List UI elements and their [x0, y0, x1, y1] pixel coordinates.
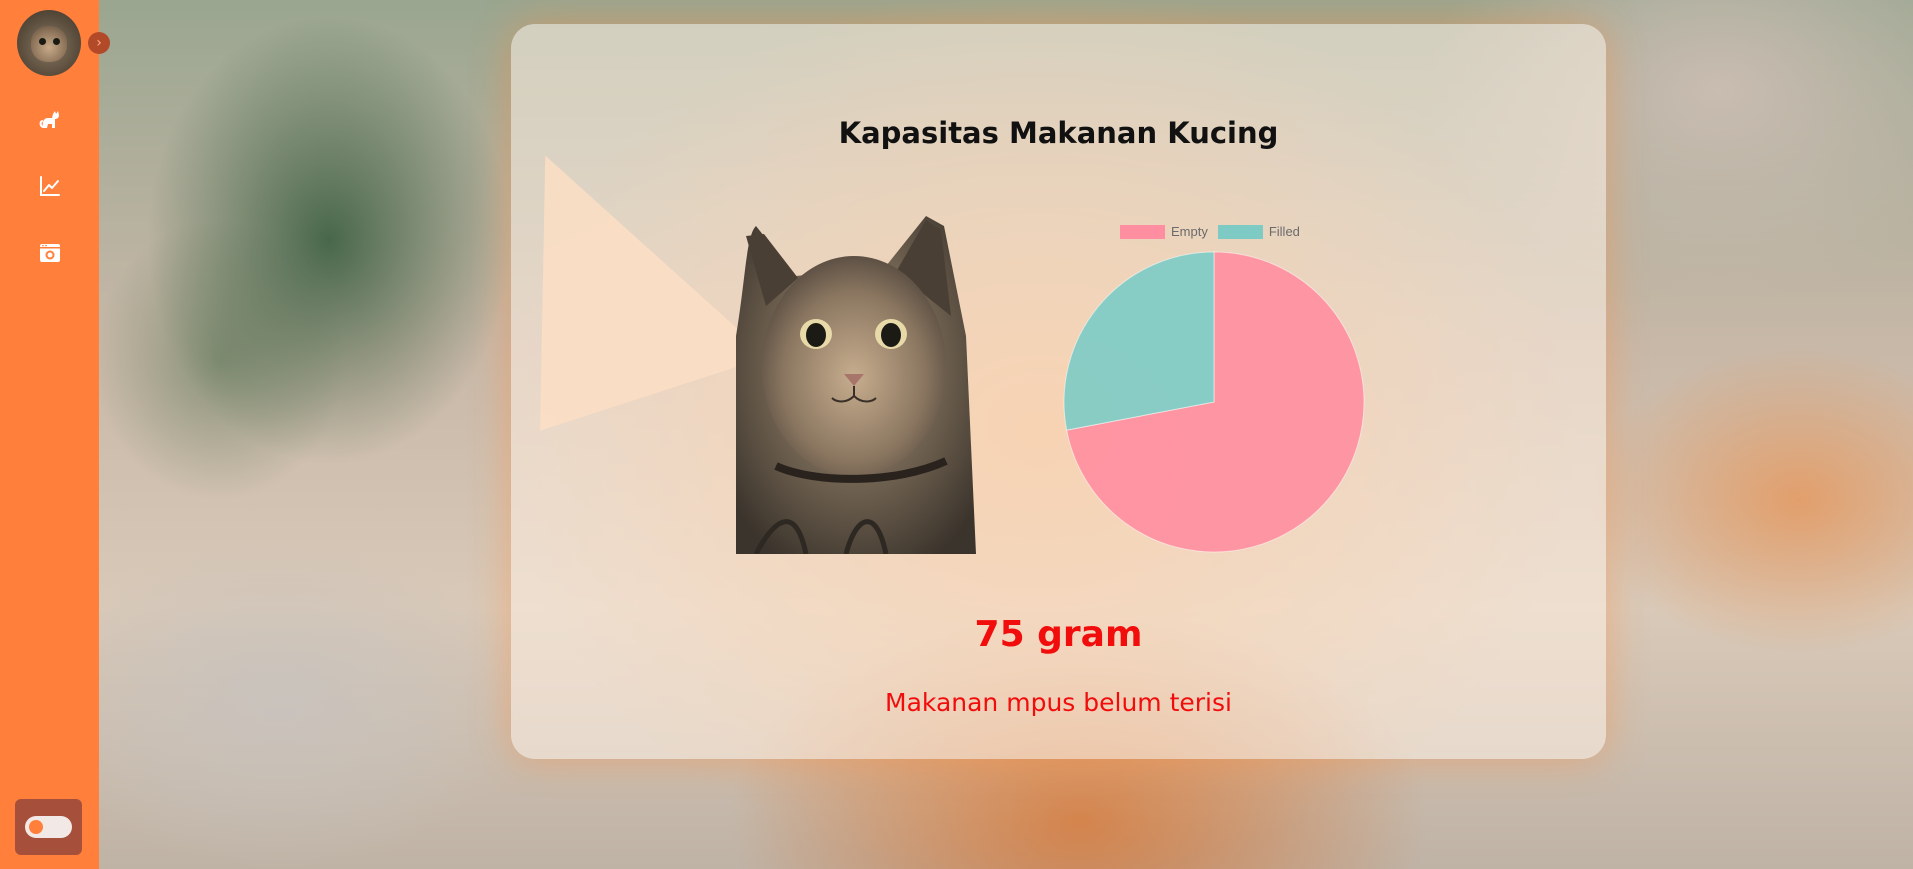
pie-slice-filled[interactable]	[1063, 251, 1215, 431]
capacity-card: Kapasitas Makanan Kucing Empty Filled 75…	[511, 24, 1606, 759]
avatar-face	[31, 26, 67, 62]
sidebar-collapse-button[interactable]: ›	[88, 32, 110, 54]
legend-swatch-empty	[1120, 224, 1165, 239]
food-amount: 75 gram	[974, 614, 1143, 655]
chart-legend: Empty Filled	[1120, 224, 1300, 239]
toggle-track	[25, 816, 72, 838]
camera-icon	[39, 243, 60, 262]
toggle-knob	[29, 820, 43, 834]
page-title: Kapasitas Makanan Kucing	[838, 116, 1279, 150]
avatar-eye	[39, 38, 46, 45]
sidebar: ›	[0, 0, 110, 869]
sidebar-item-chart[interactable]	[37, 173, 62, 198]
sidebar-item-camera[interactable]	[37, 240, 62, 265]
sidebar-item-cat[interactable]	[37, 106, 62, 131]
legend-item-empty[interactable]: Empty	[1120, 224, 1208, 239]
line-chart-icon	[39, 175, 60, 196]
cat-avatar[interactable]	[17, 10, 81, 76]
theme-toggle[interactable]	[15, 799, 82, 855]
cat-icon	[39, 110, 59, 128]
legend-label-empty: Empty	[1171, 224, 1208, 239]
cat-photo	[736, 216, 976, 554]
avatar-eye	[53, 38, 60, 45]
legend-swatch-filled	[1217, 224, 1263, 239]
legend-label-filled: Filled	[1268, 224, 1300, 239]
legend-item-filled[interactable]: Filled	[1217, 224, 1300, 239]
food-status: Makanan mpus belum terisi	[885, 688, 1232, 717]
capacity-pie-chart	[1063, 251, 1365, 553]
